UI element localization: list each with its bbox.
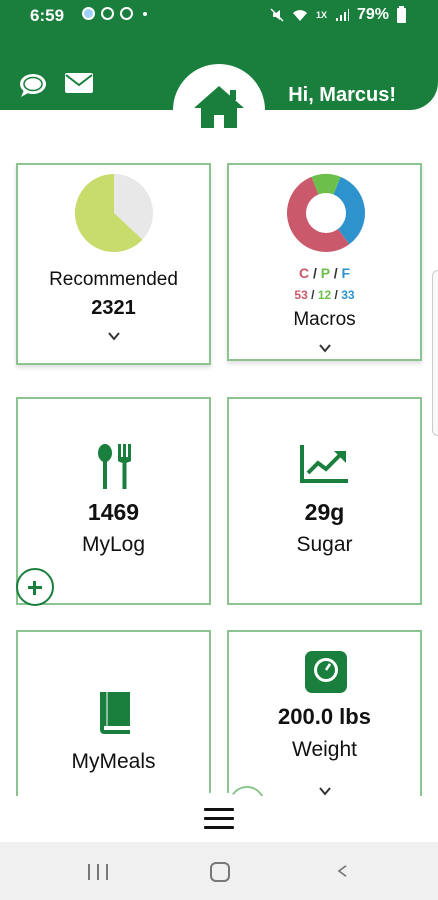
- status-time: 6:59: [30, 6, 65, 25]
- chevron-down-icon[interactable]: [107, 329, 121, 343]
- mymeals-label: MyMeals: [71, 750, 156, 773]
- mute-icon: [270, 8, 284, 22]
- book-icon: [100, 692, 130, 734]
- recommended-label: Recommended: [49, 269, 178, 290]
- sugar-label: Sugar: [296, 533, 353, 556]
- macro-c-letter: C: [298, 265, 310, 281]
- scale-icon: [305, 651, 347, 693]
- macro-f-value: 33: [341, 288, 355, 302]
- add-log-button[interactable]: [16, 568, 54, 606]
- weight-label: Weight: [292, 738, 357, 761]
- mylog-label: MyLog: [81, 533, 146, 556]
- network-type: 1X: [315, 10, 327, 20]
- signal-icon: [335, 9, 349, 21]
- battery-icon: [397, 5, 406, 23]
- more-notifications-icon: [143, 11, 147, 16]
- macros-label: Macros: [293, 309, 356, 330]
- home-nav-icon[interactable]: [210, 862, 230, 882]
- chat-icon[interactable]: [18, 72, 48, 98]
- macro-c-value: 53: [294, 288, 308, 302]
- home-icon: [194, 86, 244, 128]
- calorie-pie-chart: [75, 174, 153, 252]
- sugar-value: 29g: [304, 499, 345, 525]
- mail-icon[interactable]: [64, 72, 94, 94]
- utensils-icon: [98, 444, 131, 489]
- wifi-icon: [292, 10, 307, 21]
- macros-donut-chart: [287, 174, 365, 252]
- weight-card[interactable]: 200.0 lbs Weight: [227, 630, 422, 810]
- system-nav-bar: [0, 842, 438, 900]
- status-bar: 6:59 1X 79%: [0, 0, 438, 30]
- sync-icon: [101, 7, 114, 20]
- call-icon: [120, 7, 133, 20]
- weight-value: 200.0 lbs: [278, 704, 371, 729]
- mylog-value: 1469: [87, 499, 140, 525]
- app-notification-icon: [82, 7, 95, 20]
- mymeals-card[interactable]: MyMeals: [16, 630, 211, 810]
- back-icon[interactable]: [336, 862, 348, 880]
- hamburger-icon[interactable]: [204, 808, 234, 832]
- macro-p-value: 12: [317, 288, 332, 302]
- sugar-card[interactable]: 29g Sugar: [227, 397, 422, 605]
- macro-p-letter: P: [320, 265, 330, 281]
- macros-card[interactable]: C / P / F 53 / 12 / 33 Macros: [227, 163, 422, 361]
- macro-f-letter: F: [341, 265, 351, 281]
- recent-apps-icon[interactable]: [88, 864, 108, 880]
- recommended-card[interactable]: Recommended 2321: [16, 163, 211, 365]
- chevron-down-icon[interactable]: [318, 341, 332, 355]
- greeting-text: Hi, Marcus!: [288, 84, 396, 106]
- recommended-value: 2321: [91, 297, 136, 319]
- battery-percent: 79%: [356, 6, 389, 23]
- trend-chart-icon: [300, 445, 348, 483]
- home-button[interactable]: [173, 64, 265, 156]
- edge-panel-handle[interactable]: [432, 270, 438, 436]
